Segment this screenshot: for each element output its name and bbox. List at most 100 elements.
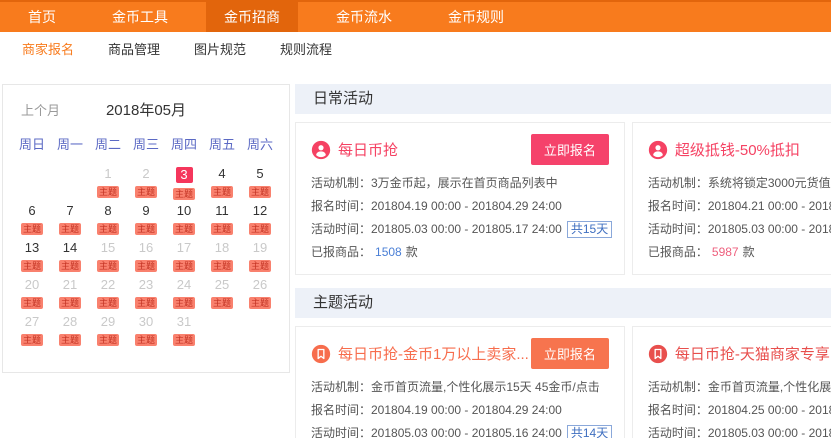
- weekday-label: 周五: [203, 134, 241, 153]
- calendar-day-number[interactable]: 14: [51, 240, 89, 256]
- bookmark-icon: [311, 344, 331, 364]
- calendar-day-number[interactable]: 2: [127, 166, 165, 182]
- theme-badge: 主题: [135, 334, 157, 346]
- subnav-item-merchant-signup[interactable]: 商家报名: [22, 39, 74, 58]
- theme-badge: 主题: [21, 334, 43, 346]
- calendar-day-number[interactable]: 26: [241, 277, 279, 293]
- calendar-grid: 1主题2主题3主题4主题5主题6主题7主题8主题9主题10主题11主题12主题1…: [3, 166, 289, 345]
- calendar-day-cell: 25主题: [203, 277, 241, 308]
- duration-badge: 共15天: [567, 221, 612, 238]
- top-nav: 首页 金币工具 金币招商 金币流水 金币规则: [0, 0, 831, 32]
- user-icon: [648, 140, 668, 160]
- calendar-day-number[interactable]: 5: [241, 166, 279, 182]
- calendar-day-number[interactable]: 7: [51, 203, 89, 219]
- calendar-day-number[interactable]: 29: [89, 314, 127, 330]
- calendar-day-cell: 4主题: [203, 166, 241, 197]
- theme-badge: 主题: [173, 188, 195, 200]
- calendar-day-number[interactable]: 11: [203, 203, 241, 219]
- calendar-day-number[interactable]: 31: [165, 314, 203, 330]
- duration-badge: 共14天: [567, 425, 612, 438]
- row-text: 已报商品：: [311, 245, 371, 259]
- calendar-panel: 上个月 2018年05月 周日 周一 周二 周三 周四 周五 周六 1主题2主题…: [2, 84, 290, 373]
- nav-item-home[interactable]: 首页: [10, 2, 74, 32]
- calendar-day-cell: 27 主题: [13, 314, 51, 345]
- activities-panel: 日常活动 每日币抢 立即报名 活动机制：3万金币起，展示在首页商品列表中 报名时…: [295, 84, 831, 438]
- calendar-day-cell: 8 主题: [89, 203, 127, 234]
- calendar-day-number[interactable]: 15: [89, 240, 127, 256]
- theme-badge: 主题: [59, 334, 81, 346]
- calendar-day-cell: 17 主题: [165, 240, 203, 271]
- subnav-item-rules-flow[interactable]: 规则流程: [280, 39, 332, 58]
- theme-badge: 主题: [135, 297, 157, 309]
- row-text: 活动机制：系统将锁定3000元货值商品，金币50%抵扣: [648, 176, 831, 190]
- nav-item-coin-flow[interactable]: 金币流水: [318, 2, 410, 32]
- theme-cards-row: 每日币抢-金币1万以上卖家... 立即报名 活动机制：金币首页流量,个性化展示1…: [295, 326, 831, 438]
- calendar-day-number[interactable]: 19: [241, 240, 279, 256]
- calendar-day-number[interactable]: 22: [89, 277, 127, 293]
- calendar-day-number[interactable]: 27: [13, 314, 51, 330]
- calendar-day-number[interactable]: 28: [51, 314, 89, 330]
- calendar-day-number[interactable]: 4: [203, 166, 241, 182]
- calendar-day-number[interactable]: 23: [127, 277, 165, 293]
- products-count-link[interactable]: 5987: [712, 245, 739, 259]
- calendar-day-number[interactable]: 12: [241, 203, 279, 219]
- calendar-day-cell: 3 主题: [165, 166, 203, 197]
- calendar-day-number[interactable]: 30: [127, 314, 165, 330]
- calendar-day-cell: 11主题: [203, 203, 241, 234]
- calendar-day-cell: 30 主题: [127, 314, 165, 345]
- theme-badge: 主题: [97, 334, 119, 346]
- section-header-theme: 主题活动: [295, 288, 831, 318]
- app-window: 首页 金币工具 金币招商 金币流水 金币规则 商家报名 商品管理 图片规范 规则…: [0, 0, 831, 438]
- calendar-day-number[interactable]: 13: [13, 240, 51, 256]
- nav-item-coin-merchants[interactable]: 金币招商: [206, 0, 298, 32]
- calendar-day-number[interactable]: 24: [165, 277, 203, 293]
- calendar-day-number[interactable]: 18: [203, 240, 241, 256]
- calendar-day-cell: 28 主题: [51, 314, 89, 345]
- user-icon: [311, 140, 331, 160]
- calendar-day-cell: 15主题: [89, 240, 127, 271]
- nav-item-coin-tools[interactable]: 金币工具: [94, 2, 186, 32]
- calendar-day-number[interactable]: 10: [165, 203, 203, 219]
- theme-badge: 主题: [21, 297, 43, 309]
- calendar-cell-empty: [203, 314, 241, 345]
- calendar-day-number[interactable]: 9: [127, 203, 165, 219]
- theme-badge: 主题: [135, 223, 157, 235]
- section-daily-activities: 日常活动 每日币抢 立即报名 活动机制：3万金币起，展示在首页商品列表中 报名时…: [295, 84, 831, 275]
- theme-badge: 主题: [135, 260, 157, 272]
- calendar-day-cell: 13主题: [13, 240, 51, 271]
- calendar-day-selected[interactable]: 3: [176, 167, 193, 183]
- weekday-label: 周二: [89, 134, 127, 153]
- signup-now-button[interactable]: 立即报名: [531, 338, 609, 369]
- row-text: 报名时间：201804.19 00:00 - 201804.29 24:00: [311, 199, 562, 213]
- sub-nav: 商家报名 商品管理 图片规范 规则流程: [0, 32, 831, 64]
- weekday-label: 周日: [13, 134, 51, 153]
- subnav-item-image-specs[interactable]: 图片规范: [194, 39, 246, 58]
- products-count-row: 已报商品：5987款: [648, 244, 831, 261]
- calendar-day-number[interactable]: 20: [13, 277, 51, 293]
- prev-month-button[interactable]: 上个月: [21, 100, 60, 119]
- calendar-day-number[interactable]: 1: [89, 166, 127, 182]
- calendar-day-number[interactable]: 8: [89, 203, 127, 219]
- weekday-label: 周六: [241, 134, 279, 153]
- calendar-day-cell: 7主题: [51, 203, 89, 234]
- nav-item-coin-rules[interactable]: 金币规则: [430, 2, 522, 32]
- section-header-daily: 日常活动: [295, 84, 831, 114]
- signup-time: 报名时间：201804.21 00:00 - 201804.27 24:00: [648, 198, 831, 215]
- calendar-day-cell: 24主题: [165, 277, 203, 308]
- calendar-day-number[interactable]: 6: [13, 203, 51, 219]
- signup-now-button[interactable]: 立即报名: [531, 134, 609, 165]
- theme-badge: 主题: [97, 223, 119, 235]
- main-content: 上个月 2018年05月 周日 周一 周二 周三 周四 周五 周六 1主题2主题…: [0, 64, 831, 438]
- calendar-day-number[interactable]: 16: [127, 240, 165, 256]
- calendar-day-number[interactable]: 21: [51, 277, 89, 293]
- calendar-day-number[interactable]: 17: [165, 240, 203, 256]
- subnav-item-product-management[interactable]: 商品管理: [108, 39, 160, 58]
- theme-badge: 主题: [59, 260, 81, 272]
- products-count-link[interactable]: 1508: [375, 245, 402, 259]
- calendar-day-number[interactable]: 25: [203, 277, 241, 293]
- weekday-label: 周四: [165, 134, 203, 153]
- activity-mechanism: 活动机制：3万金币起，展示在首页商品列表中: [311, 175, 609, 192]
- calendar-day-cell: 14 主题: [51, 240, 89, 271]
- activity-mechanism: 活动机制：金币首页流量,个性化展示15天 45金币/点击: [648, 379, 831, 396]
- theme-badge: 主题: [173, 260, 195, 272]
